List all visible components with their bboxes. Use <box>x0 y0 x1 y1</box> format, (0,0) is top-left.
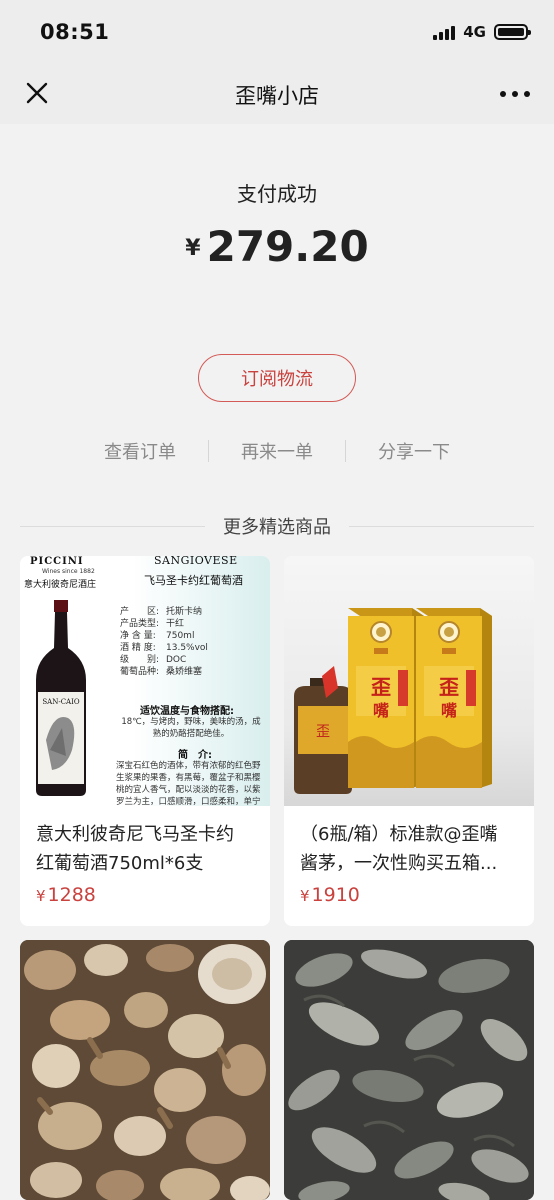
product-image[interactable]: PICCINI Wines since 1882 意大利彼奇尼酒庄 SANGIO… <box>20 556 270 806</box>
network-type: 4G <box>463 23 486 41</box>
recommend-title: 更多精选商品 <box>223 517 331 538</box>
wine-brand-cn: 意大利彼奇尼酒庄 <box>24 580 97 590</box>
amount-value: 279.20 <box>206 222 369 271</box>
wine-pairing-title: 适饮温度与食物搭配: <box>140 706 234 717</box>
more-dots-icon[interactable] <box>500 84 530 104</box>
share-link[interactable]: 分享一下 <box>346 438 482 464</box>
spec-row: 葡萄品种: 桑娇维塞 <box>120 667 203 677</box>
status-indicators: 4G <box>433 22 531 42</box>
reorder-link[interactable]: 再来一单 <box>209 438 345 464</box>
recommend-section-header: 更多精选商品 <box>20 512 534 540</box>
status-bar: 08:51 4G <box>0 0 554 62</box>
svg-text:歪: 歪 <box>439 675 459 699</box>
battery-icon <box>494 24 531 40</box>
product-price: ¥1910 <box>300 884 360 906</box>
product-image[interactable]: 歪 歪 嘴 歪 嘴 <box>284 556 534 806</box>
wine-intro-title: 简 介: <box>178 750 212 761</box>
currency-symbol: ¥ <box>185 236 201 261</box>
wine-grape: SANGIOVESE <box>154 556 238 567</box>
product-price: ¥1288 <box>36 884 96 906</box>
dried-mushroom-illustration <box>20 940 270 1200</box>
spec-row: 酒 精 度: 13.5%vol <box>120 643 208 653</box>
divider <box>20 525 205 527</box>
product-card-wine[interactable]: PICCINI Wines since 1882 意大利彼奇尼酒庄 SANGIO… <box>20 556 270 926</box>
nav-bar: 歪嘴小店 <box>0 62 554 124</box>
spec-row: 净 含 量: 750ml <box>120 631 195 641</box>
product-name: （6瓶/箱）标准款@歪嘴 酱茅，一次性购买五箱... <box>300 824 498 874</box>
wine-brand: PICCINI <box>30 556 84 567</box>
status-time: 08:51 <box>40 20 110 44</box>
bottle-label: SAN-CAIO <box>42 698 80 706</box>
view-order-link[interactable]: 查看订单 <box>72 438 208 464</box>
product-name: 意大利彼奇尼飞马圣卡约 红葡萄酒750ml*6支 <box>36 824 234 874</box>
payment-amount: ¥279.20 <box>0 222 554 271</box>
product-image[interactable] <box>284 940 534 1200</box>
product-card-mushroom[interactable] <box>20 940 270 1200</box>
wine-heading: 飞马圣卡约红葡萄酒 <box>144 574 243 587</box>
spec-row: 级 别: DOC <box>120 655 187 665</box>
product-card-baijiu[interactable]: 歪 歪 嘴 歪 嘴 （6瓶/箱）标准款@歪嘴 酱茅，一次性购买五箱... ¥ 1… <box>284 556 534 926</box>
baijiu-boxes-illustration: 歪 歪 嘴 歪 嘴 <box>294 608 492 794</box>
wine-brand-sub: Wines since 1882 <box>42 568 95 575</box>
signal-icon <box>433 25 456 40</box>
wine-intro-text: 深宝石红色的酒体，带有浓郁的红色野生浆果的果香，有黑莓，覆盆子和黑樱桃的宜人香气… <box>116 761 261 806</box>
wine-bottle-icon: SAN-CAIO <box>36 600 86 796</box>
divider <box>349 525 534 527</box>
product-card-fungus[interactable] <box>284 940 534 1200</box>
order-actions: 查看订单 再来一单 分享一下 <box>72 436 482 466</box>
svg-text:嘴: 嘴 <box>373 701 389 720</box>
svg-text:嘴: 嘴 <box>441 701 457 720</box>
wine-specs: 产 区: 托斯卡纳 产品类型: 干红 净 含 量: 750ml 酒 精 度: 13.5%… <box>120 606 208 678</box>
spec-row: 产品类型: 干红 <box>120 619 185 629</box>
product-image[interactable] <box>20 940 270 1200</box>
spec-row: 产 区: 托斯卡纳 <box>120 607 203 617</box>
page-title: 歪嘴小店 <box>235 84 319 108</box>
wine-pairing-text: 18℃，与烤肉，野味，美味的汤，成熟的奶酪搭配绝佳。 <box>121 717 261 739</box>
svg-text:歪: 歪 <box>316 724 330 740</box>
subscribe-logistics-button[interactable]: 订阅物流 <box>198 354 356 402</box>
dried-fungus-illustration <box>284 940 534 1200</box>
svg-text:歪: 歪 <box>371 675 391 699</box>
payment-status: 支付成功 <box>237 182 317 206</box>
